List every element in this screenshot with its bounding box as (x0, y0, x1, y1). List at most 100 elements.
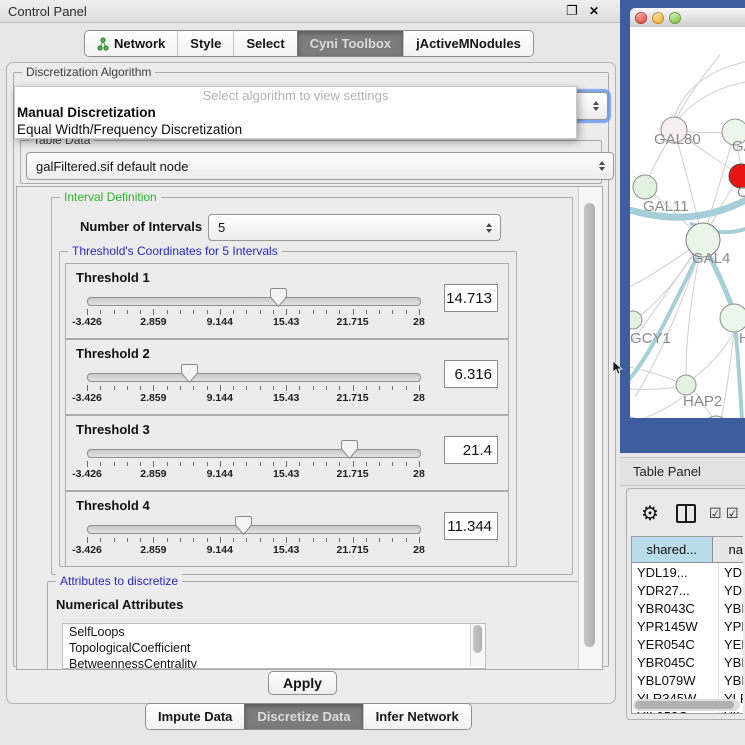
attribute-list-item[interactable]: TopologicalCoefficient (63, 640, 485, 656)
slider-tick (353, 537, 354, 543)
combobox-stepper-icon[interactable] (486, 223, 492, 233)
threshold-value-input[interactable] (444, 512, 498, 540)
dropdown-option[interactable]: Manual Discretization (15, 105, 576, 122)
slider-tick (100, 538, 101, 542)
minimize-traffic-light-icon[interactable] (652, 12, 664, 24)
slider-tick (299, 538, 300, 542)
table-row[interactable]: YPR145WYPR1 (632, 617, 743, 635)
threshold-value-input[interactable] (444, 284, 498, 312)
slider-tick-label: 15.43 (273, 544, 299, 556)
combobox-stepper-icon[interactable] (599, 161, 605, 171)
slider-tick (339, 462, 340, 466)
tab-jactivemnodules[interactable]: jActiveMNodules (403, 31, 533, 56)
panel-scrollbar[interactable] (578, 187, 602, 669)
node-hap2[interactable] (676, 375, 696, 395)
column-header-name[interactable]: na (713, 537, 743, 562)
slider-tick (392, 386, 393, 390)
gear-icon[interactable]: ⚙ (641, 501, 659, 526)
threshold-label: Threshold 3 (76, 422, 150, 437)
dropdown-option[interactable]: Equal Width/Frequency Discretization (15, 122, 576, 139)
slider-tick (313, 462, 314, 466)
slider-tick (167, 538, 168, 542)
mouse-cursor (612, 360, 623, 375)
slider-tick-label: -3.426 (72, 392, 102, 404)
attributes-scrollbar-thumb[interactable] (473, 625, 482, 653)
cell-shared-name: YDL19... (632, 563, 718, 581)
slider-tick (207, 538, 208, 542)
attribute-list-item[interactable]: BetweennessCentrality (63, 656, 485, 669)
slider-tick (207, 462, 208, 466)
table-row[interactable]: YBL079WYBL0 (632, 671, 743, 689)
number-of-intervals-label: Number of Intervals (80, 219, 202, 234)
close-window-icon[interactable]: ✕ (586, 3, 602, 19)
close-traffic-light-icon[interactable] (635, 12, 647, 24)
slider-thumb[interactable] (235, 515, 252, 536)
slider-tick (299, 462, 300, 466)
table-rows: YDL19...YDL1YDR27...YDR2YBR043CYBR0YPR14… (632, 563, 743, 714)
slider-tick (353, 385, 354, 391)
table-row[interactable]: YDR27...YDR2 (632, 581, 743, 599)
network-nodes[interactable] (630, 117, 745, 418)
table-horizontal-scrollbar-thumb[interactable] (635, 701, 734, 709)
split-columns-icon[interactable] (676, 504, 696, 523)
panel-scrollbar-thumb[interactable] (584, 203, 595, 647)
table-horizontal-scrollbar[interactable] (633, 699, 740, 711)
slider-tick (260, 386, 261, 390)
table-row[interactable]: YBR045CYBR0 (632, 653, 743, 671)
tab-style[interactable]: Style (177, 31, 233, 56)
slider-thumb[interactable] (181, 363, 198, 384)
column-header-shared-name[interactable]: shared... (632, 537, 713, 562)
zoom-traffic-light-icon[interactable] (669, 12, 681, 24)
slider-track[interactable] (87, 297, 421, 306)
algorithm-dropdown-popup: Select algorithm to view settings Manual… (14, 86, 577, 139)
table-row[interactable]: YDL19...YDL1 (632, 563, 743, 581)
bottom-tab-discretize-data[interactable]: Discretize Data (244, 704, 362, 729)
label-gal4: GAL4 (692, 250, 730, 267)
node-gcy1[interactable] (630, 311, 642, 329)
slider-tick (233, 538, 234, 542)
number-of-intervals-combobox[interactable]: 5 (208, 214, 501, 241)
tab-label: Style (190, 36, 221, 51)
table-row[interactable]: YBR043CYBR0 (632, 599, 743, 617)
slider-thumb[interactable] (270, 287, 287, 308)
slider-tick (260, 310, 261, 314)
slider-tick-label: 28 (413, 544, 425, 556)
node-bottom[interactable] (704, 416, 728, 418)
tab-select[interactable]: Select (233, 31, 296, 56)
float-window-icon[interactable]: ❐ (564, 3, 580, 19)
select-all-checkbox-icon[interactable]: ☑ (726, 505, 739, 522)
tab-cyni-toolbox[interactable]: Cyni Toolbox (297, 31, 403, 56)
bottom-tab-infer-network[interactable]: Infer Network (363, 704, 471, 729)
node-right[interactable] (720, 304, 745, 332)
attribute-list-item[interactable]: SelfLoops (63, 624, 485, 640)
network-view[interactable]: GAL80 GA C GAL11 GAL4 GCY1 H HAP2 (630, 27, 745, 418)
slider-tick (366, 462, 367, 466)
bottom-tab-impute-data[interactable]: Impute Data (146, 704, 244, 729)
threshold-value-input[interactable] (444, 360, 498, 388)
node-gal11[interactable] (633, 175, 657, 199)
slider-tick (127, 538, 128, 542)
table-data-combobox[interactable]: galFiltered.sif default node (26, 152, 614, 180)
apply-button[interactable]: Apply (268, 671, 337, 695)
threshold-value-input[interactable] (444, 436, 498, 464)
thresholds-group-title: Threshold's Coordinates for 5 Intervals (68, 244, 282, 259)
table-row[interactable]: YER054CYER0 (632, 635, 743, 653)
slider-tick-label: 28 (413, 468, 425, 480)
combobox-stepper-icon[interactable] (593, 101, 599, 111)
attributes-scrollbar[interactable] (470, 624, 484, 666)
slider-track[interactable] (87, 525, 421, 534)
numerical-attributes-list[interactable]: SelfLoopsTopologicalCoefficientBetweenne… (62, 623, 486, 669)
screen: Control Panel ❐ ✕ NetworkStyleSelectCyni… (0, 0, 745, 745)
network-graph[interactable]: GAL80 GA C GAL11 GAL4 GCY1 H HAP2 (630, 27, 745, 418)
slider-track[interactable] (87, 373, 421, 382)
slider-thumb[interactable] (341, 439, 358, 460)
select-columns-checkbox-icon[interactable]: ☑ (709, 505, 722, 522)
slider-tick (87, 385, 88, 391)
network-window-titlebar[interactable] (630, 8, 745, 28)
settings-scrollpane: Interval Definition Number of Intervals … (16, 186, 603, 670)
slider-tick (313, 310, 314, 314)
tab-network[interactable]: Network (85, 31, 177, 56)
slider-tick (286, 537, 287, 543)
slider-tick (419, 385, 420, 391)
slider-track[interactable] (87, 449, 421, 458)
